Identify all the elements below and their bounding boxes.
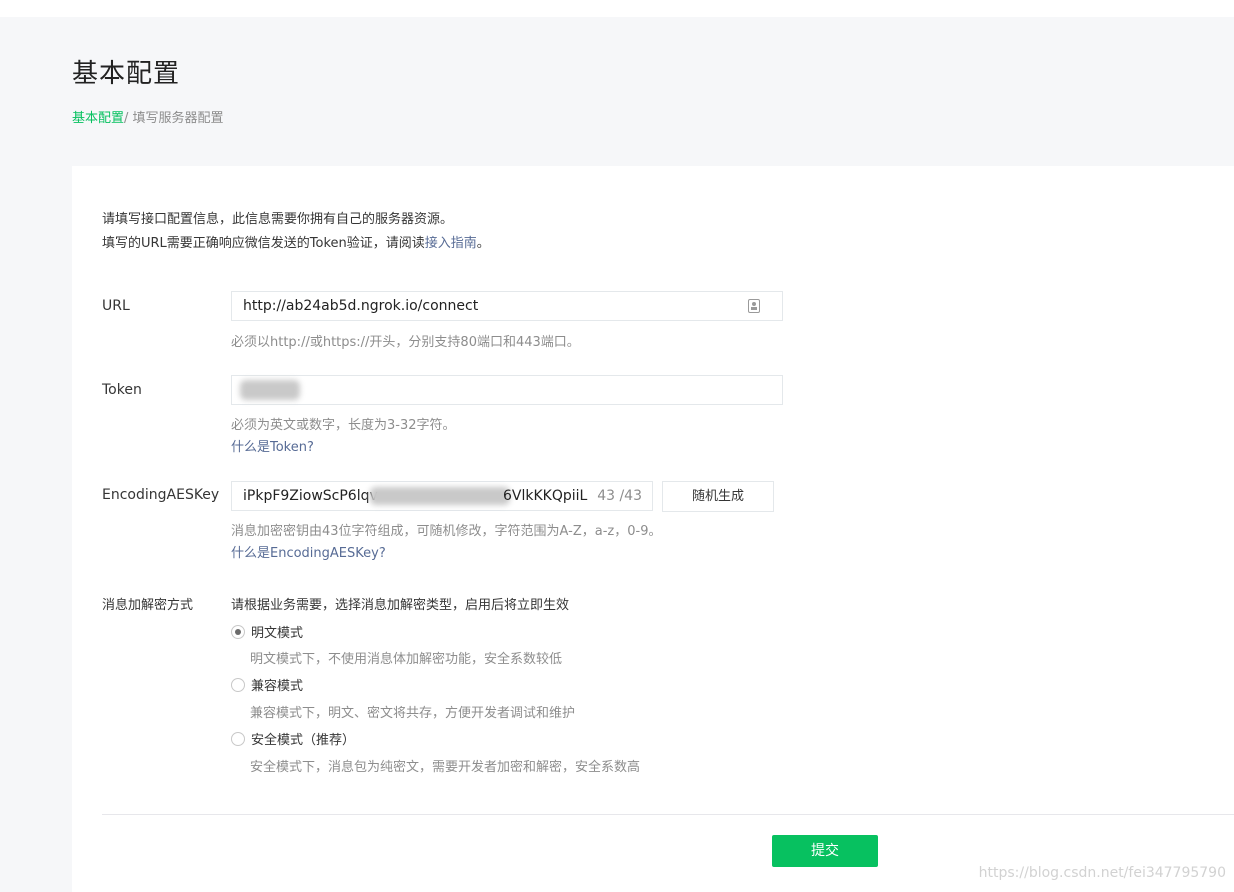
radio-checked-icon[interactable] xyxy=(231,625,245,639)
breadcrumb: 基本配置/ 填写服务器配置 xyxy=(72,107,224,126)
radio-unchecked-icon[interactable] xyxy=(231,678,245,692)
aes-key-label: EncodingAESKey xyxy=(102,487,220,503)
plaintext-mode-desc: 明文模式下，不使用消息体加解密功能，安全系数较低 xyxy=(250,652,563,667)
secure-mode-desc: 安全模式下，消息包为纯密文，需要开发者加密和解密，安全系数高 xyxy=(250,760,641,775)
url-input-value: http://ab24ab5d.ngrok.io/connect xyxy=(243,298,479,314)
aes-key-hint: 消息加密密钥由43位字符组成，可随机修改，字符范围为A-Z，a-z，0-9。 xyxy=(231,524,662,539)
breadcrumb-separator: / xyxy=(124,111,133,126)
url-input[interactable]: http://ab24ab5d.ngrok.io/connect xyxy=(231,291,783,321)
config-card: 请填写接口配置信息，此信息需要你拥有自己的服务器资源。 填写的URL需要正确响应… xyxy=(72,166,1234,892)
contact-card-icon[interactable] xyxy=(748,299,760,313)
page-title: 基本配置 xyxy=(72,59,181,89)
radio-secure-label: 安全模式（推荐） xyxy=(251,733,356,748)
breadcrumb-link-basic-config[interactable]: 基本配置 xyxy=(72,111,124,126)
radio-compatible-mode[interactable]: 兼容模式 xyxy=(231,675,303,694)
encryption-mode-label: 消息加解密方式 xyxy=(102,598,194,613)
intro-text: 请填写接口配置信息，此信息需要你拥有自己的服务器资源。 填写的URL需要正确响应… xyxy=(102,208,490,256)
aes-key-redaction xyxy=(370,487,510,505)
intro-line-2: 填写的URL需要正确响应微信发送的Token验证，请阅读接入指南。 xyxy=(102,232,490,256)
aes-key-value-end: 6VlkKKQpiiL xyxy=(503,488,588,504)
radio-plaintext-mode[interactable]: 明文模式 xyxy=(231,622,303,641)
url-label: URL xyxy=(102,298,130,314)
radio-compatible-label: 兼容模式 xyxy=(251,679,304,694)
breadcrumb-current: 填写服务器配置 xyxy=(132,111,224,126)
encryption-mode-desc: 请根据业务需要，选择消息加解密类型，启用后将立即生效 xyxy=(231,598,570,613)
intro-line-2-text: 填写的URL需要正确响应微信发送的Token验证，请阅读 xyxy=(102,236,425,251)
token-input[interactable] xyxy=(231,375,783,405)
access-guide-link[interactable]: 接入指南 xyxy=(425,236,477,251)
watermark: https://blog.csdn.net/fei347795790 xyxy=(978,865,1226,881)
token-label: Token xyxy=(102,382,142,398)
compatible-mode-desc: 兼容模式下，明文、密文将共存，方便开发者调试和维护 xyxy=(250,706,576,721)
random-generate-button[interactable]: 随机生成 xyxy=(662,481,774,512)
radio-plaintext-label: 明文模式 xyxy=(251,626,304,641)
aes-key-input[interactable]: iPkpF9ZiowScP6lqv 6VlkKKQpiiL 43 /43 xyxy=(231,481,653,511)
radio-secure-mode[interactable]: 安全模式（推荐） xyxy=(231,729,355,748)
token-hint: 必须为英文或数字，长度为3-32字符。 xyxy=(231,418,456,433)
intro-line-2-suffix: 。 xyxy=(476,236,490,251)
what-is-aes-key-link[interactable]: 什么是EncodingAESKey? xyxy=(231,542,386,561)
url-hint: 必须以http://或https://开头，分别支持80端口和443端口。 xyxy=(231,335,580,350)
aes-key-value-start: iPkpF9ZiowScP6lqv xyxy=(243,488,378,504)
token-redaction xyxy=(240,380,300,400)
what-is-token-link[interactable]: 什么是Token? xyxy=(231,436,314,455)
radio-unchecked-icon[interactable] xyxy=(231,732,245,746)
submit-button[interactable]: 提交 xyxy=(772,835,878,867)
intro-line-1: 请填写接口配置信息，此信息需要你拥有自己的服务器资源。 xyxy=(102,212,454,227)
aes-key-counter: 43 /43 xyxy=(597,488,642,504)
divider xyxy=(102,814,1234,815)
